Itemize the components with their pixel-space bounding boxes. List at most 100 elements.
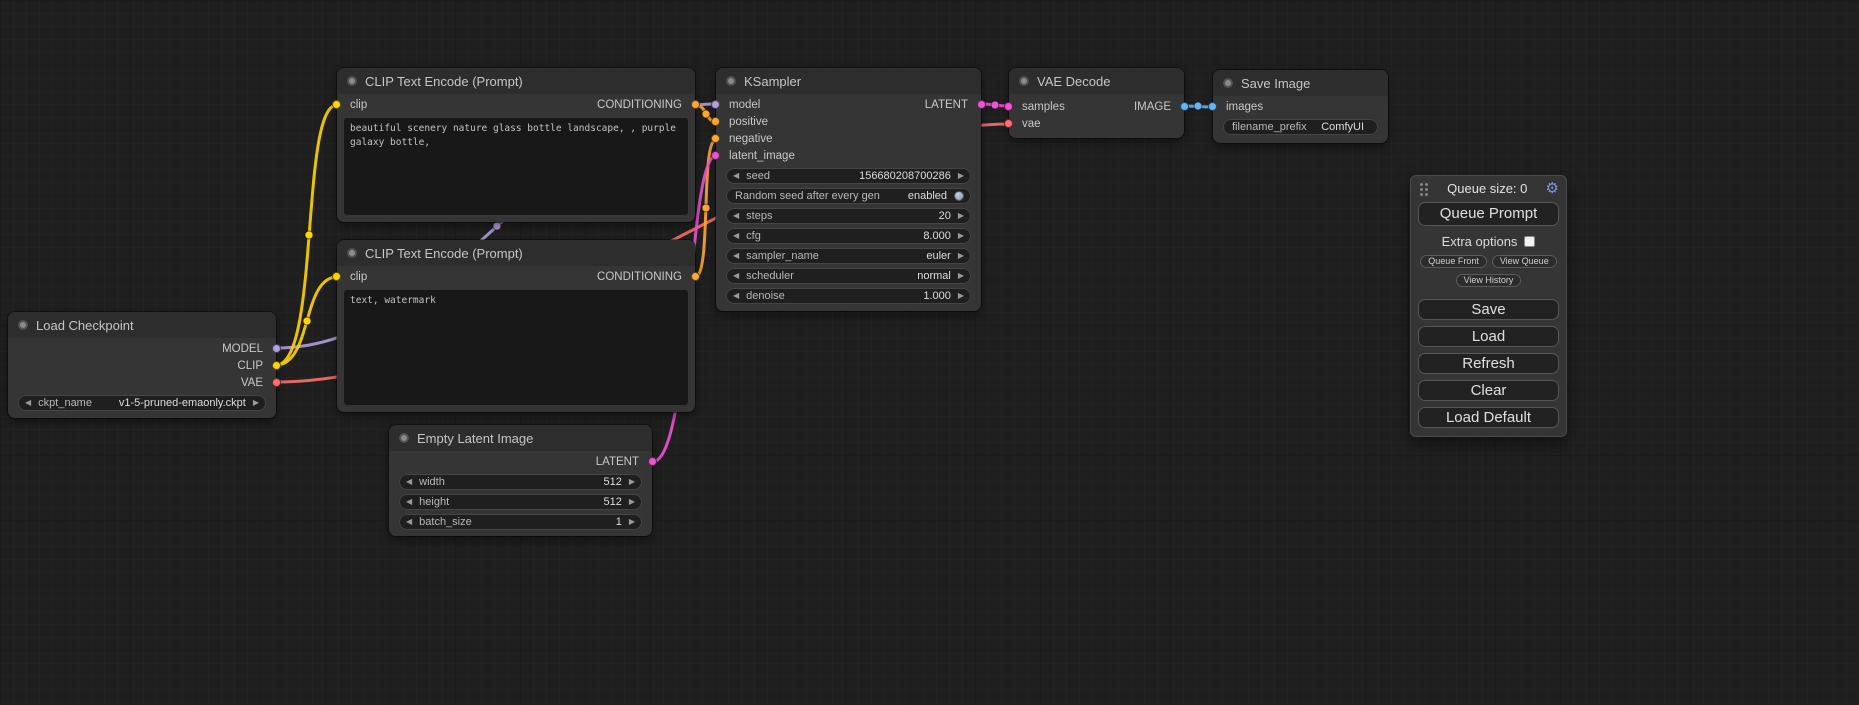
node-title-bar[interactable]: VAE Decode xyxy=(1009,68,1184,94)
link-midpoint-dot[interactable] xyxy=(702,204,710,212)
save-button[interactable]: Save xyxy=(1418,299,1559,320)
increment-arrow-icon[interactable]: ▶ xyxy=(629,518,635,526)
decrement-arrow-icon[interactable]: ◀ xyxy=(406,498,412,506)
node-clip-text-encode-negative[interactable]: CLIP Text Encode (Prompt) clip CONDITION… xyxy=(337,240,695,412)
input-port-negative[interactable] xyxy=(711,134,720,143)
node-save-image[interactable]: Save Image images filename_prefix ComfyU… xyxy=(1213,70,1388,143)
link-midpoint-dot[interactable] xyxy=(1194,102,1202,110)
input-port-model[interactable] xyxy=(711,100,720,109)
link-midpoint-dot[interactable] xyxy=(303,317,311,325)
link-midpoint-dot[interactable] xyxy=(991,101,999,109)
input-port-vae[interactable] xyxy=(1004,119,1013,128)
widget-label: ckpt_name xyxy=(38,397,92,409)
collapse-dot[interactable] xyxy=(1019,76,1029,86)
graph-canvas[interactable]: Load Checkpoint MODEL CLIP VAE ◀ ckpt_na… xyxy=(0,0,1859,705)
node-title: VAE Decode xyxy=(1037,74,1110,89)
queue-front-button[interactable]: Queue Front xyxy=(1420,255,1487,268)
widget-random-seed-toggle[interactable]: Random seed after every gen enabled xyxy=(726,188,971,204)
node-ksampler[interactable]: KSampler model LATENT positive negative … xyxy=(716,68,981,311)
output-label-latent: LATENT xyxy=(925,99,968,111)
node-title-bar[interactable]: Save Image xyxy=(1213,70,1388,96)
widget-filename-prefix[interactable]: filename_prefix ComfyUI xyxy=(1223,119,1378,135)
widget-ckpt-name[interactable]: ◀ ckpt_name v1-5-pruned-emaonly.ckpt ▶ xyxy=(18,395,266,411)
input-port-images[interactable] xyxy=(1208,102,1217,111)
view-history-button[interactable]: View History xyxy=(1456,274,1522,287)
widget-denoise[interactable]: ◀ denoise 1.000 ▶ xyxy=(726,288,971,304)
widget-height[interactable]: ◀ height 512 ▶ xyxy=(399,494,642,510)
widget-value: normal xyxy=(917,270,951,282)
increment-arrow-icon[interactable]: ▶ xyxy=(958,292,964,300)
collapse-dot[interactable] xyxy=(1223,78,1233,88)
increment-arrow-icon[interactable]: ▶ xyxy=(629,478,635,486)
widget-width[interactable]: ◀ width 512 ▶ xyxy=(399,474,642,490)
node-title-bar[interactable]: KSampler xyxy=(716,68,981,94)
link-midpoint-dot[interactable] xyxy=(702,110,710,118)
toggle-knob[interactable] xyxy=(954,191,964,201)
widget-value: ComfyUI xyxy=(1321,121,1364,133)
positive-prompt-textarea[interactable]: beautiful scenery nature glass bottle la… xyxy=(344,118,688,215)
increment-arrow-icon[interactable]: ▶ xyxy=(958,212,964,220)
input-port-samples[interactable] xyxy=(1004,102,1013,111)
widget-cfg[interactable]: ◀ cfg 8.000 ▶ xyxy=(726,228,971,244)
increment-arrow-icon[interactable]: ▶ xyxy=(958,172,964,180)
decrement-arrow-icon[interactable]: ◀ xyxy=(733,172,739,180)
node-clip-text-encode-positive[interactable]: CLIP Text Encode (Prompt) clip CONDITION… xyxy=(337,68,695,222)
node-title-bar[interactable]: Empty Latent Image xyxy=(389,425,652,451)
link-midpoint-dot[interactable] xyxy=(493,222,501,230)
output-port-conditioning[interactable] xyxy=(691,100,700,109)
collapse-dot[interactable] xyxy=(347,248,357,258)
input-port-latent-image[interactable] xyxy=(711,151,720,160)
decrement-arrow-icon[interactable]: ◀ xyxy=(733,292,739,300)
output-port-latent[interactable] xyxy=(648,457,657,466)
node-load-checkpoint[interactable]: Load Checkpoint MODEL CLIP VAE ◀ ckpt_na… xyxy=(8,312,276,418)
settings-gear-icon[interactable]: ⚙ xyxy=(1546,181,1559,196)
output-port-vae[interactable] xyxy=(272,378,281,387)
collapse-dot[interactable] xyxy=(347,76,357,86)
collapse-dot[interactable] xyxy=(18,320,28,330)
widget-scheduler[interactable]: ◀ scheduler normal ▶ xyxy=(726,268,971,284)
output-port-model[interactable] xyxy=(272,344,281,353)
collapse-dot[interactable] xyxy=(726,76,736,86)
load-default-button[interactable]: Load Default xyxy=(1418,407,1559,428)
decrement-arrow-icon[interactable]: ◀ xyxy=(733,232,739,240)
view-queue-button[interactable]: View Queue xyxy=(1492,255,1557,268)
decrement-arrow-icon[interactable]: ◀ xyxy=(733,212,739,220)
queue-prompt-button[interactable]: Queue Prompt xyxy=(1418,202,1559,226)
output-port-conditioning[interactable] xyxy=(691,272,700,281)
input-port-clip[interactable] xyxy=(332,100,341,109)
decrement-arrow-icon[interactable]: ◀ xyxy=(733,272,739,280)
widget-sampler-name[interactable]: ◀ sampler_name euler ▶ xyxy=(726,248,971,264)
input-port-clip[interactable] xyxy=(332,272,341,281)
link-midpoint-dot[interactable] xyxy=(305,231,313,239)
menu-header: Queue size: 0 ⚙ xyxy=(1411,176,1566,200)
node-title-bar[interactable]: CLIP Text Encode (Prompt) xyxy=(337,68,695,94)
load-button[interactable]: Load xyxy=(1418,326,1559,347)
node-title-bar[interactable]: Load Checkpoint xyxy=(8,312,276,338)
increment-arrow-icon[interactable]: ▶ xyxy=(958,272,964,280)
increment-arrow-icon[interactable]: ▶ xyxy=(958,252,964,260)
output-port-latent[interactable] xyxy=(977,100,986,109)
clear-button[interactable]: Clear xyxy=(1418,380,1559,401)
extra-options-checkbox[interactable] xyxy=(1524,236,1535,247)
node-empty-latent-image[interactable]: Empty Latent Image LATENT ◀ width 512 ▶ … xyxy=(389,425,652,536)
drag-handle-icon[interactable] xyxy=(1418,181,1429,196)
refresh-button[interactable]: Refresh xyxy=(1418,353,1559,374)
decrement-arrow-icon[interactable]: ◀ xyxy=(733,252,739,260)
decrement-arrow-icon[interactable]: ◀ xyxy=(406,478,412,486)
input-port-positive[interactable] xyxy=(711,117,720,126)
node-title-bar[interactable]: CLIP Text Encode (Prompt) xyxy=(337,240,695,266)
node-vae-decode[interactable]: VAE Decode samples IMAGE vae xyxy=(1009,68,1184,138)
increment-arrow-icon[interactable]: ▶ xyxy=(253,399,259,407)
collapse-dot[interactable] xyxy=(399,433,409,443)
widget-batch-size[interactable]: ◀ batch_size 1 ▶ xyxy=(399,514,642,530)
output-port-image[interactable] xyxy=(1180,102,1189,111)
increment-arrow-icon[interactable]: ▶ xyxy=(629,498,635,506)
output-port-clip[interactable] xyxy=(272,361,281,370)
negative-prompt-textarea[interactable]: text, watermark xyxy=(344,290,688,405)
decrement-arrow-icon[interactable]: ◀ xyxy=(406,518,412,526)
widget-seed[interactable]: ◀ seed 156680208700286 ▶ xyxy=(726,168,971,184)
widget-steps[interactable]: ◀ steps 20 ▶ xyxy=(726,208,971,224)
extra-options-label: Extra options xyxy=(1442,234,1518,249)
decrement-arrow-icon[interactable]: ◀ xyxy=(25,399,31,407)
increment-arrow-icon[interactable]: ▶ xyxy=(958,232,964,240)
